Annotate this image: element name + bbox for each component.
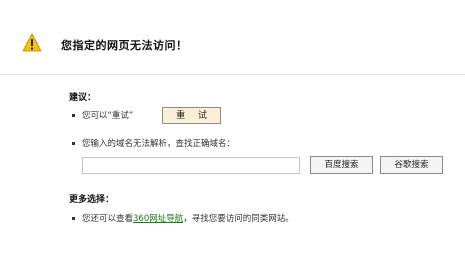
bullet bbox=[72, 217, 75, 220]
retry-button[interactable]: 重 试 bbox=[162, 107, 221, 124]
page-title: 您指定的网页无法访问！ bbox=[61, 39, 188, 52]
warning-icon bbox=[22, 33, 42, 52]
retry-text: 您可以“重试” bbox=[82, 111, 134, 121]
more-options-heading: 更多选择： bbox=[69, 195, 115, 205]
more-text-before: 您还可以查看 bbox=[82, 214, 134, 224]
domain-input[interactable] bbox=[82, 157, 300, 174]
more-text-after: ，寻找您要访问的同类网站。 bbox=[183, 214, 294, 224]
suggestions-heading: 建议： bbox=[69, 93, 97, 103]
check-domain-text: 您输入的域名无法解析，查找正确域名： bbox=[82, 139, 236, 149]
more-options-text: 您还可以查看360网址导航，寻找您要访问的同类网站。 bbox=[82, 212, 294, 224]
baidu-search-button[interactable]: 百度搜索 bbox=[310, 156, 373, 174]
nav-link-360[interactable]: 360网址导航 bbox=[133, 214, 183, 224]
error-header: 您指定的网页无法访问！ bbox=[0, 0, 465, 75]
bullet bbox=[72, 114, 75, 117]
google-search-button[interactable]: 谷歌搜索 bbox=[380, 156, 443, 174]
bullet bbox=[72, 142, 75, 145]
